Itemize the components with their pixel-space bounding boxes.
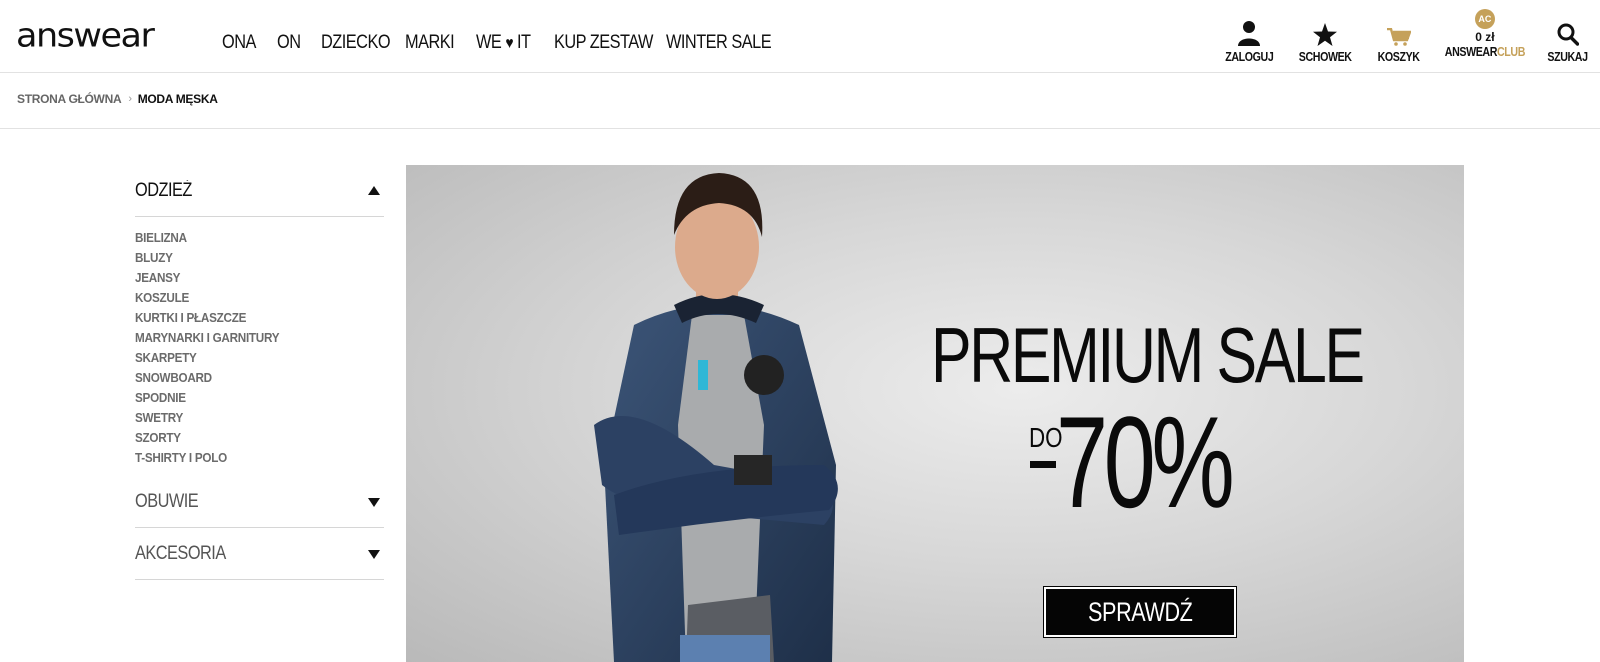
club-label-prefix: ANSWEAR [1444,44,1498,59]
subcategory-link[interactable]: BIELIZNA [135,228,359,248]
check-offer-label: SPRAWDŹ [1087,596,1193,627]
category-sidebar: ODZIEŻ BIELIZNA BLUZY JEANSY KOSZULE KUR… [135,165,384,580]
breadcrumb: STRONA GŁÓWNA › MODA MĘSKA [17,92,218,106]
brand-logo-text: answear [16,17,155,55]
nav-item-we-love-it[interactable]: WE ♥ IT [476,30,531,57]
nav-it-label: IT [517,32,531,53]
breadcrumb-current: MODA MĘSKA [137,92,218,106]
nav-item-ona[interactable]: ONA [222,30,256,57]
nav-item-marki[interactable]: MARKI [405,30,455,57]
category-title-akcesoria: AKCESORIA [135,542,226,564]
subcategory-link[interactable]: SWETRY [135,408,359,428]
search-icon [1557,8,1579,46]
premium-sale-banner[interactable]: PREMIUM SALE DO 70% SPRAWDŹ [406,165,1464,662]
category-toggle-odziez[interactable]: ODZIEŻ [135,165,384,217]
category-toggle-akcesoria[interactable]: AKCESORIA [135,528,384,580]
answear-club-button[interactable]: AC 0 zł ANSWEARCLUB [1436,8,1534,60]
main-nav: ONA ON DZIECKO MARKI WE ♥ IT KUP ZESTAW … [222,30,788,57]
triangle-down-icon [368,549,380,559]
star-icon [1313,8,1338,46]
brand-logo[interactable]: answear [16,17,155,55]
category-title-obuwie: OBUWIE [135,490,199,512]
triangle-up-icon [368,185,380,195]
site-header: answear ONA ON DZIECKO MARKI WE ♥ IT KUP… [0,0,1600,73]
login-button[interactable]: ZALOGUJ [1220,8,1279,65]
cart-icon [1386,8,1411,46]
nav-item-on[interactable]: ON [277,30,301,57]
model-photo [594,173,838,662]
user-icon [1238,8,1261,46]
cart-button[interactable]: KOSZYK [1373,8,1424,65]
subcategory-link[interactable]: SNOWBOARD [135,368,359,388]
minus-sign [1030,461,1056,468]
category-title-odziez: ODZIEŻ [135,179,192,201]
club-amount: 0 zł [1475,30,1495,44]
cart-label: KOSZYK [1377,49,1420,64]
nav-item-dziecko[interactable]: DZIECKO [321,30,391,57]
heart-icon: ♥ [505,35,513,52]
club-label: ANSWEARCLUB [1444,44,1526,60]
breadcrumb-bar: STRONA GŁÓWNA › MODA MĘSKA [0,73,1600,129]
breadcrumb-home-link[interactable]: STRONA GŁÓWNA [17,92,122,106]
subcategory-list: BIELIZNA BLUZY JEANSY KOSZULE KURTKI I P… [135,217,384,476]
promo-discount: 70% [1056,389,1235,535]
search-button[interactable]: SZUKAJ [1543,8,1592,65]
club-label-suffix: CLUB [1497,44,1525,59]
subcategory-link[interactable]: KURTKI I PŁASZCZE [135,308,359,328]
subcategory-link[interactable]: SKARPETY [135,348,359,368]
subcategory-link[interactable]: MARYNARKI I GARNITURY [135,328,359,348]
wishlist-label: SCHOWEK [1298,49,1352,64]
check-offer-button[interactable]: SPRAWDŹ [1043,586,1237,638]
promo-title: PREMIUM SALE [931,311,1365,399]
nav-item-kup-zestaw[interactable]: KUP ZESTAW [554,30,653,57]
subcategory-link[interactable]: JEANSY [135,268,359,288]
category-toggle-obuwie[interactable]: OBUWIE [135,476,384,528]
subcategory-link[interactable]: T-SHIRTY I POLO [135,448,359,468]
subcategory-link[interactable]: SPODNIE [135,388,359,408]
search-label: SZUKAJ [1547,49,1588,64]
club-badge-icon: AC [1474,9,1495,29]
subcategory-link[interactable]: BLUZY [135,248,359,268]
nav-item-winter-sale[interactable]: WINTER SALE [666,30,772,57]
subcategory-link[interactable]: SZORTY [135,428,359,448]
triangle-down-icon [368,497,380,507]
login-label: ZALOGUJ [1225,49,1274,64]
nav-we-label: WE [476,32,502,53]
chevron-right-icon: › [128,93,132,105]
wishlist-button[interactable]: SCHOWEK [1293,8,1357,65]
subcategory-link[interactable]: KOSZULE [135,288,359,308]
